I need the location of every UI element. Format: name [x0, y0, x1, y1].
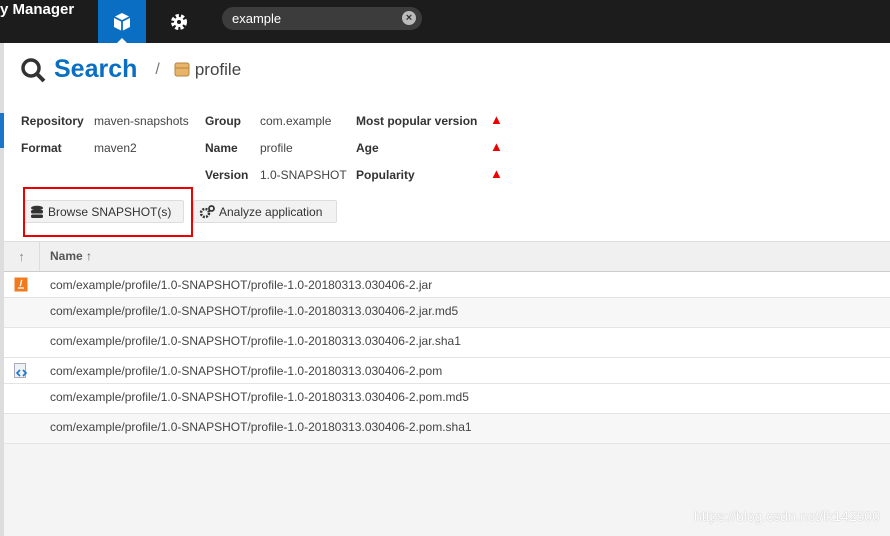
breadcrumb-current: profile — [194, 59, 242, 79]
package-icon — [174, 62, 190, 77]
search-input[interactable]: example × — [222, 7, 422, 30]
watermark: https://blog.csdn.net/lk142500 — [693, 508, 880, 524]
xml-file-icon — [14, 363, 28, 378]
warning-icon: ▲ — [490, 139, 503, 154]
file-path[interactable]: com/example/profile/1.0-SNAPSHOT/profile… — [50, 364, 442, 378]
table-row[interactable]: com/example/profile/1.0-SNAPSHOT/profile… — [4, 384, 890, 414]
repository-label: Repository — [21, 114, 84, 128]
table-row[interactable]: com/example/profile/1.0-SNAPSHOT/profile… — [4, 298, 890, 328]
format-value: maven2 — [94, 141, 137, 155]
file-path[interactable]: com/example/profile/1.0-SNAPSHOT/profile… — [50, 334, 461, 348]
file-path[interactable]: com/example/profile/1.0-SNAPSHOT/profile… — [50, 278, 432, 292]
breadcrumb-separator: / — [155, 60, 160, 78]
analyze-application-button[interactable]: Analyze application — [193, 200, 337, 223]
popular-version-label: Most popular version — [356, 114, 478, 128]
highlight-box — [23, 187, 193, 237]
clear-search-icon[interactable]: × — [402, 11, 416, 25]
browse-mode-button[interactable] — [98, 0, 146, 43]
top-bar: y Manager example × — [0, 0, 890, 43]
version-label: Version — [205, 168, 249, 182]
sort-column-header[interactable]: ↑ — [4, 242, 40, 271]
warning-icon: ▲ — [490, 112, 503, 127]
age-label: Age — [356, 141, 379, 155]
repository-value: maven-snapshots — [94, 114, 189, 128]
admin-mode-button[interactable] — [155, 0, 203, 43]
file-path[interactable]: com/example/profile/1.0-SNAPSHOT/profile… — [50, 420, 472, 434]
jar-icon — [14, 277, 28, 292]
search-value: example — [232, 11, 282, 26]
version-value: 1.0-SNAPSHOT — [260, 168, 347, 182]
table-row[interactable]: com/example/profile/1.0-SNAPSHOT/profile… — [4, 358, 890, 384]
table-row[interactable]: com/example/profile/1.0-SNAPSHOT/profile… — [4, 272, 890, 298]
table-header: ↑ Name ↑ — [4, 241, 890, 272]
breadcrumb-search-link[interactable]: Search — [54, 55, 137, 84]
name-column-header[interactable]: Name ↑ — [50, 249, 92, 263]
breadcrumb: Search / profile — [20, 55, 241, 84]
table-row[interactable]: com/example/profile/1.0-SNAPSHOT/profile… — [4, 328, 890, 358]
name-value: profile — [260, 141, 293, 155]
format-label: Format — [21, 141, 62, 155]
gear-icon — [171, 13, 187, 30]
file-path[interactable]: com/example/profile/1.0-SNAPSHOT/profile… — [50, 390, 469, 404]
group-value: com.example — [260, 114, 332, 128]
name-label: Name — [205, 141, 238, 155]
popularity-label: Popularity — [356, 168, 415, 182]
search-icon — [21, 57, 46, 82]
file-path[interactable]: com/example/profile/1.0-SNAPSHOT/profile… — [50, 304, 458, 318]
gears-icon — [199, 204, 215, 218]
analyze-application-label: Analyze application — [219, 204, 323, 219]
table-row[interactable]: com/example/profile/1.0-SNAPSHOT/profile… — [4, 414, 890, 444]
app-title: y Manager — [0, 1, 75, 18]
group-label: Group — [205, 114, 241, 128]
cube-icon — [113, 12, 131, 31]
warning-icon: ▲ — [490, 166, 503, 181]
